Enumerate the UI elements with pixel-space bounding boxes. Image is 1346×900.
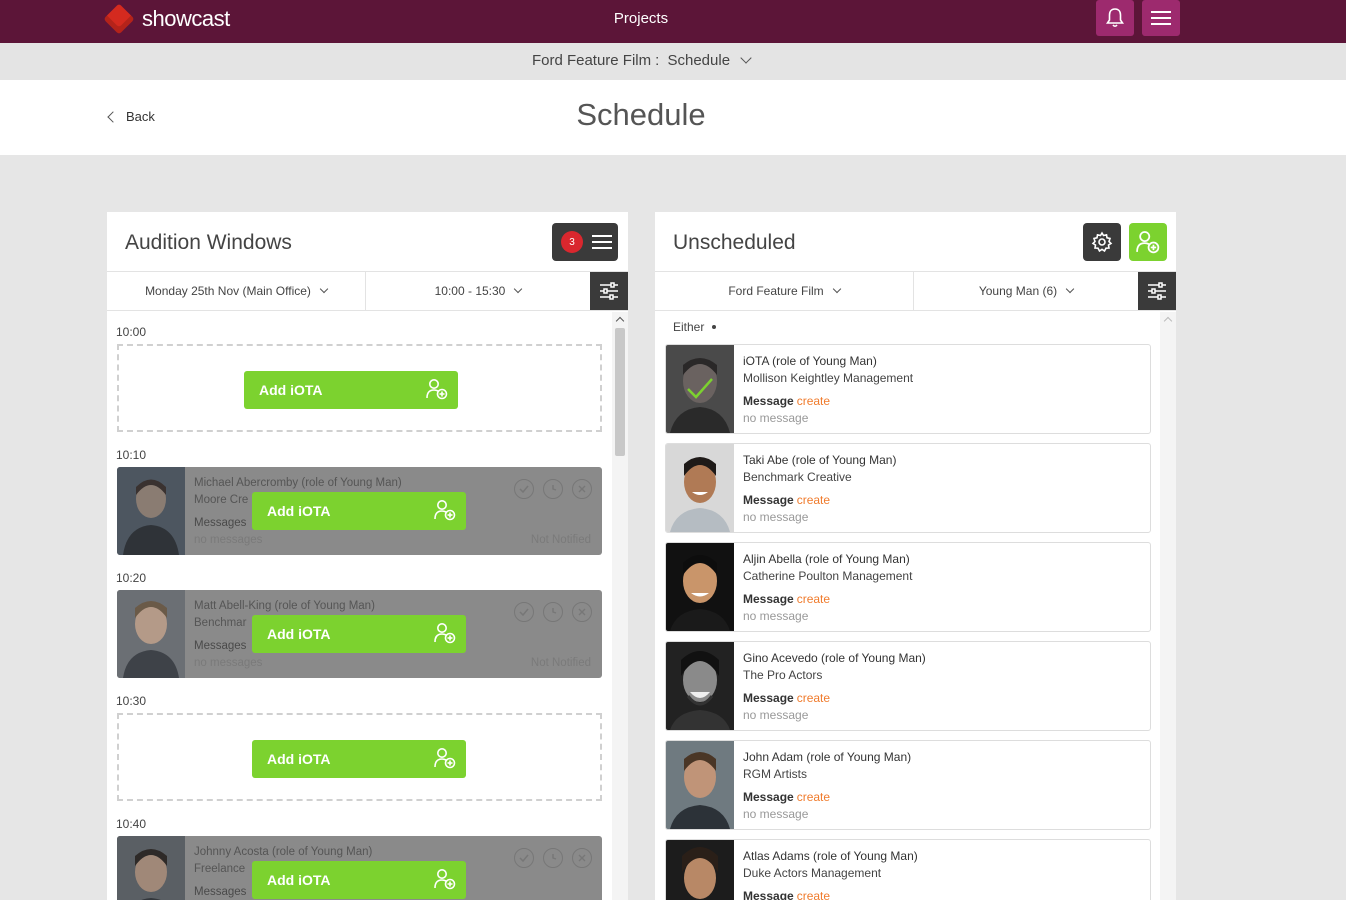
time-label: 10:00: [116, 325, 147, 339]
audition-filters: Monday 25th Nov (Main Office) 10:00 - 15…: [107, 271, 628, 311]
group-label: Either: [673, 320, 717, 334]
time-label: 10:10: [116, 448, 147, 462]
scrollbar[interactable]: [1160, 312, 1176, 900]
time-label: 10:20: [116, 571, 147, 585]
close-icon[interactable]: [572, 848, 592, 868]
unscheduled-card[interactable]: Atlas Adams (role of Young Man) Duke Act…: [665, 839, 1151, 900]
count-badge: 3: [561, 231, 583, 253]
add-person-icon: [426, 379, 448, 400]
scrollbar[interactable]: [612, 312, 628, 900]
unscheduled-card[interactable]: Gino Acevedo (role of Young Man) The Pro…: [665, 641, 1151, 731]
actor-photo: [666, 840, 734, 900]
confirm-check-icon[interactable]: [514, 602, 534, 622]
status-label: Not Notified: [530, 534, 591, 546]
notifications-button[interactable]: [1096, 0, 1134, 36]
chevron-down-icon: [319, 284, 329, 294]
dot-icon: [712, 325, 717, 329]
unscheduled-filters: Ford Feature Film Young Man (6): [655, 271, 1176, 311]
empty-slot[interactable]: Add iOTA: [117, 344, 602, 432]
unscheduled-card[interactable]: Aljin Abella (role of Young Man) Catheri…: [665, 542, 1151, 632]
filter-settings-button[interactable]: [590, 272, 628, 310]
scroll-up-icon[interactable]: [1163, 316, 1173, 326]
add-person-button[interactable]: [1129, 223, 1167, 261]
project-dropdown[interactable]: Ford Feature Film: [655, 272, 914, 310]
add-person-icon: [434, 748, 456, 769]
breadcrumb-project[interactable]: Ford Feature Film: [532, 52, 651, 69]
unscheduled-card[interactable]: iOTA (role of Young Man) Mollison Keight…: [665, 344, 1151, 434]
gear-icon: [1091, 231, 1113, 253]
chevron-down-icon: [1065, 284, 1075, 294]
panel-title: Unscheduled: [673, 231, 796, 254]
actor-photo: [666, 345, 734, 433]
add-person-icon: [1136, 231, 1160, 254]
actor-photo: [666, 741, 734, 829]
unscheduled-panel: Unscheduled Ford Feature Film Young Man …: [655, 212, 1176, 900]
actor-photo: [666, 543, 734, 631]
actor-photo: [666, 642, 734, 730]
time-label: 10:40: [116, 817, 147, 831]
add-person-icon: [434, 500, 456, 521]
actor-photo: [117, 836, 185, 900]
chevron-down-icon: [832, 284, 841, 294]
actor-photo: [117, 590, 185, 678]
role-dropdown[interactable]: Young Man (6): [914, 272, 1138, 310]
hamburger-icon: [592, 235, 612, 249]
create-message-link[interactable]: create: [797, 592, 830, 606]
filter-settings-button[interactable]: [1138, 272, 1176, 310]
main-menu-button[interactable]: [1142, 0, 1180, 36]
audition-menu-button[interactable]: 3: [552, 223, 618, 261]
create-message-link[interactable]: create: [797, 889, 830, 900]
time-label: 10:30: [116, 694, 147, 708]
unscheduled-card[interactable]: John Adam (role of Young Man) RGM Artist…: [665, 740, 1151, 830]
add-iota-button[interactable]: Add iOTA: [252, 861, 466, 899]
page-header: Back Schedule: [0, 80, 1346, 155]
empty-slot[interactable]: Add iOTA: [117, 713, 602, 801]
date-dropdown[interactable]: Monday 25th Nov (Main Office): [107, 272, 366, 310]
booked-slot[interactable]: Johnny Acosta (role of Young Man) Freela…: [117, 836, 602, 900]
add-iota-button[interactable]: Add iOTA: [244, 371, 458, 409]
create-message-link[interactable]: create: [797, 691, 830, 705]
breadcrumb-section[interactable]: Schedule: [667, 52, 730, 69]
scroll-thumb[interactable]: [615, 328, 625, 456]
breadcrumb[interactable]: Ford Feature Film: Schedule: [0, 52, 1282, 69]
bell-icon: [1106, 8, 1124, 28]
create-message-link[interactable]: create: [797, 790, 830, 804]
sliders-icon: [1148, 282, 1166, 300]
time-dropdown[interactable]: 10:00 - 15:30: [366, 272, 590, 310]
add-person-icon: [434, 869, 456, 890]
audition-windows-panel: Audition Windows 3 Monday 25th Nov (Main…: [107, 212, 628, 900]
clock-icon[interactable]: [543, 602, 563, 622]
page-title: Schedule: [576, 97, 706, 132]
chevron-down-icon: [514, 284, 523, 294]
add-iota-button[interactable]: Add iOTA: [252, 740, 466, 778]
confirm-check-icon[interactable]: [514, 479, 534, 499]
create-message-link[interactable]: create: [797, 394, 830, 408]
confirm-check-icon[interactable]: [514, 848, 534, 868]
top-navbar: showcast Projects: [0, 0, 1346, 43]
booked-slot[interactable]: Michael Abercromby (role of Young Man) M…: [117, 467, 602, 555]
settings-button[interactable]: [1083, 223, 1121, 261]
chevron-down-icon[interactable]: [740, 52, 752, 64]
actor-photo: [666, 444, 734, 532]
close-icon[interactable]: [572, 479, 592, 499]
nav-projects-link[interactable]: Projects: [0, 10, 1282, 27]
panel-title: Audition Windows: [125, 231, 292, 254]
breadcrumb-bar: Ford Feature Film: Schedule: [0, 43, 1346, 80]
status-label: Not Notified: [530, 657, 591, 669]
sliders-icon: [600, 282, 618, 300]
add-iota-button[interactable]: Add iOTA: [252, 492, 466, 530]
scroll-up-icon[interactable]: [615, 316, 625, 326]
unscheduled-card[interactable]: Taki Abe (role of Young Man) Benchmark C…: [665, 443, 1151, 533]
clock-icon[interactable]: [543, 848, 563, 868]
add-iota-button[interactable]: Add iOTA: [252, 615, 466, 653]
close-icon[interactable]: [572, 602, 592, 622]
create-message-link[interactable]: create: [797, 493, 830, 507]
booked-slot[interactable]: Matt Abell-King (role of Young Man) Benc…: [117, 590, 602, 678]
actor-photo: [117, 467, 185, 555]
clock-icon[interactable]: [543, 479, 563, 499]
hamburger-icon: [1151, 11, 1171, 25]
add-person-icon: [434, 623, 456, 644]
